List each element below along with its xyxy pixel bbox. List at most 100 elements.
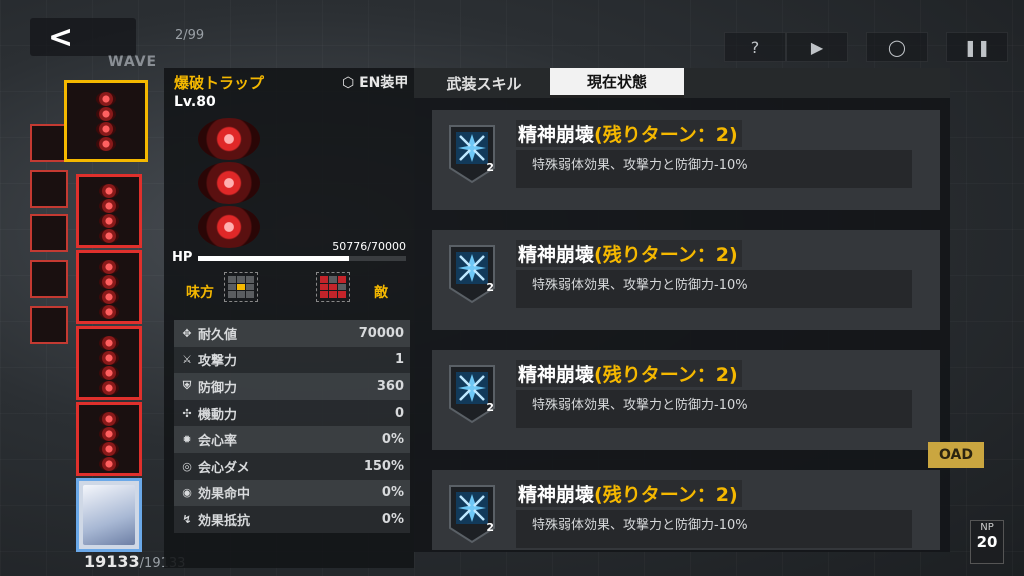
help-button[interactable]: ? bbox=[724, 32, 786, 62]
stat-value: 360 bbox=[376, 378, 404, 394]
roster-mini-card[interactable] bbox=[30, 170, 68, 208]
stat-value: 70000 bbox=[358, 325, 404, 341]
back-chevron-icon: < bbox=[48, 19, 74, 55]
effect-hit-icon: ◉ bbox=[182, 486, 192, 500]
effect-stack-count: 2 bbox=[486, 521, 494, 534]
unit-detail-panel: 爆破トラップ Lv.80 ⬡ EN装甲 50776/70000 HP 味方 敵 … bbox=[164, 68, 414, 568]
hp-bar-fill bbox=[198, 256, 349, 261]
effect-description: 特殊弱体効果、攻撃力と防御力-10% bbox=[516, 390, 912, 428]
hp-value: 50776/70000 bbox=[332, 240, 406, 253]
load-button[interactable]: OAD bbox=[928, 442, 984, 468]
effect-description: 特殊弱体効果、攻撃力と防御力-10% bbox=[516, 150, 912, 188]
hp-label: HP bbox=[172, 250, 193, 265]
wave-label: WAVE bbox=[108, 54, 158, 70]
effect-description: 特殊弱体効果、攻撃力と防御力-10% bbox=[516, 510, 912, 548]
effect-title: 精神崩壊(残りターン：2) bbox=[516, 360, 742, 387]
effect-name: 精神崩壊 bbox=[518, 244, 595, 266]
stat-value: 1 bbox=[394, 352, 404, 368]
defense-icon: ⛨ bbox=[182, 379, 192, 393]
play-button[interactable]: ▶ bbox=[786, 32, 848, 62]
stat-row: ✣ 機動力 0 bbox=[174, 399, 410, 427]
effect-stack-count: 2 bbox=[486, 281, 494, 294]
stat-row: ⛨ 防御力 360 bbox=[174, 373, 410, 400]
roster-ally-unit[interactable] bbox=[76, 478, 142, 552]
crit-damage-icon: ◎ bbox=[182, 459, 192, 473]
trap-unit-portrait bbox=[96, 259, 122, 320]
stat-row: ✥ 耐久値 70000 bbox=[174, 320, 410, 347]
effect-card[interactable]: 2 精神崩壊(残りターン：2) 特殊弱体効果、攻撃力と防御力-10% bbox=[432, 350, 940, 450]
stat-table: ✥ 耐久値 70000 ⚔ 攻撃力 1 ⛨ 防御力 360 ✣ 機動力 0 ✹ 会心率 0% ◎ 会心ダメ 150… bbox=[174, 320, 410, 533]
help-icon: ? bbox=[750, 37, 760, 57]
mental-breakdown-debuff-icon: 2 bbox=[446, 364, 498, 424]
stat-value: 0% bbox=[381, 511, 404, 527]
stat-value: 0% bbox=[381, 485, 404, 501]
effect-turns: (残りターン：2) bbox=[594, 244, 738, 266]
mental-breakdown-debuff-icon: 2 bbox=[446, 244, 498, 304]
ally-formation-grid bbox=[224, 272, 258, 302]
status-panel: 武装スキル 現在状態 2 精神崩壊(残りターン：2) 特殊弱体効果、攻撃力と防御力-… bbox=[414, 68, 950, 552]
unit-portrait bbox=[194, 118, 264, 250]
trap-unit-portrait bbox=[93, 91, 119, 152]
roster-mini-card[interactable] bbox=[30, 214, 68, 252]
stat-value: 150% bbox=[363, 458, 404, 474]
hexagon-icon: ⬡ bbox=[342, 75, 360, 91]
stat-row: ✹ 会心率 0% bbox=[174, 426, 410, 453]
roster-unit[interactable] bbox=[76, 402, 142, 476]
mobility-icon: ✣ bbox=[182, 406, 192, 420]
target-icon: ◯ bbox=[888, 37, 906, 57]
effect-name: 精神崩壊 bbox=[518, 364, 595, 386]
effect-list[interactable]: 2 精神崩壊(残りターン：2) 特殊弱体効果、攻撃力と防御力-10% 2 精神崩壊(残り… bbox=[432, 110, 940, 550]
effect-title: 精神崩壊(残りターン：2) bbox=[516, 480, 742, 507]
stat-row: ⚔ 攻撃力 1 bbox=[174, 346, 410, 374]
effect-description: 特殊弱体効果、攻撃力と防御力-10% bbox=[516, 270, 912, 308]
effect-card[interactable]: 2 精神崩壊(残りターン：2) 特殊弱体効果、攻撃力と防御力-10% bbox=[432, 470, 940, 550]
stat-label: 効果抵抗 bbox=[198, 513, 251, 529]
tab-weapon-skill[interactable]: 武装スキル bbox=[418, 68, 550, 98]
stat-label: 防御力 bbox=[198, 380, 238, 396]
effect-resist-icon: ↯ bbox=[182, 512, 192, 526]
pause-icon: ❚❚ bbox=[963, 37, 991, 57]
trap-unit-portrait bbox=[96, 335, 122, 396]
effect-card[interactable]: 2 精神崩壊(残りターン：2) 特殊弱体効果、攻撃力と防御力-10% bbox=[432, 230, 940, 330]
back-button[interactable]: < bbox=[30, 18, 136, 56]
effect-turns: (残りターン：2) bbox=[594, 124, 738, 146]
effect-name: 精神崩壊 bbox=[518, 124, 595, 146]
roster-unit[interactable] bbox=[76, 326, 142, 400]
stat-label: 効果命中 bbox=[198, 487, 251, 503]
enemy-side-label: 敵 bbox=[374, 285, 388, 301]
trap-unit-portrait bbox=[96, 183, 122, 244]
stat-value: 0 bbox=[394, 405, 404, 421]
effect-title: 精神崩壊(残りターン：2) bbox=[516, 120, 742, 147]
stat-row: ↯ 効果抵抗 0% bbox=[174, 506, 410, 533]
ally-hp-current: 19133 bbox=[84, 552, 140, 571]
crit-rate-icon: ✹ bbox=[182, 433, 192, 447]
enemy-formation-grid bbox=[316, 272, 350, 302]
unit-name: 爆破トラップ bbox=[174, 74, 265, 92]
mental-breakdown-debuff-icon: 2 bbox=[446, 484, 498, 544]
effect-turns: (残りターン：2) bbox=[594, 364, 738, 386]
durability-icon: ✥ bbox=[182, 326, 192, 340]
ally-side-label: 味方 bbox=[186, 285, 214, 301]
effect-card[interactable]: 2 精神崩壊(残りターン：2) 特殊弱体効果、攻撃力と防御力-10% bbox=[432, 110, 940, 210]
stat-label: 会心率 bbox=[198, 434, 238, 450]
ally-portrait bbox=[83, 485, 135, 545]
roster-unit[interactable] bbox=[76, 250, 142, 324]
wave-count: 2/99 bbox=[175, 28, 205, 43]
effect-name: 精神崩壊 bbox=[518, 484, 595, 506]
pause-button[interactable]: ❚❚ bbox=[946, 32, 1008, 62]
roster-unit[interactable] bbox=[76, 174, 142, 248]
np-badge[interactable]: NP 20 bbox=[970, 520, 1004, 564]
attack-icon: ⚔ bbox=[182, 353, 192, 367]
roster-unit-selected[interactable] bbox=[64, 80, 148, 162]
roster-mini-card[interactable] bbox=[30, 260, 68, 298]
hp-bar bbox=[198, 256, 406, 261]
target-button[interactable]: ◯ bbox=[866, 32, 928, 62]
stat-row: ◎ 会心ダメ 150% bbox=[174, 452, 410, 480]
roster-mini-card[interactable] bbox=[30, 306, 68, 344]
roster-mini-card[interactable] bbox=[30, 124, 68, 162]
stat-value: 0% bbox=[381, 432, 404, 448]
play-icon: ▶ bbox=[810, 37, 824, 57]
unit-level: Lv.80 bbox=[174, 94, 216, 110]
tab-current-status[interactable]: 現在状態 bbox=[550, 68, 684, 98]
effect-stack-count: 2 bbox=[486, 401, 494, 414]
